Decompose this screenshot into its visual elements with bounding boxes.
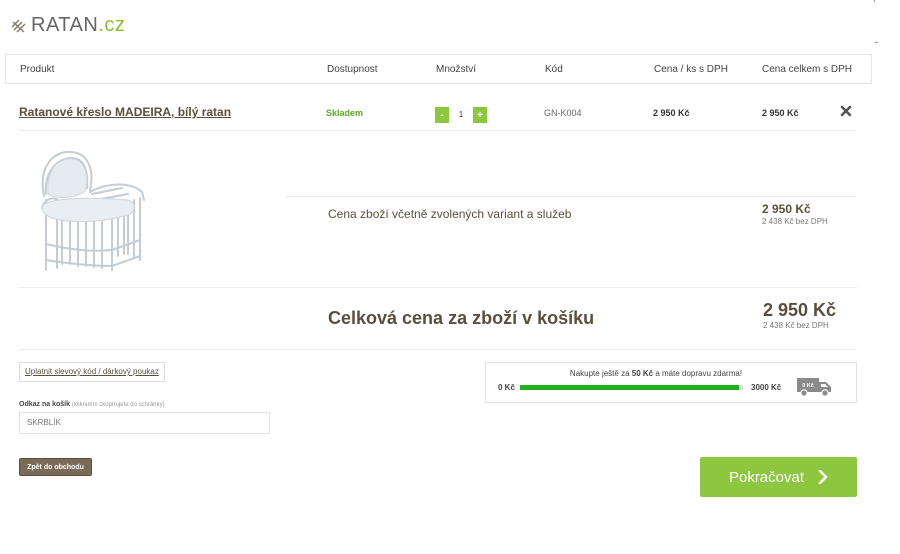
- product-image[interactable]: [32, 144, 152, 274]
- continue-button-label: Pokračovat: [728, 468, 805, 486]
- header-total-price: Cena celkem s DPH: [762, 64, 853, 75]
- subtotal-label: Cena zboží včetně zvolených variant a sl…: [328, 207, 572, 221]
- divider: [19, 349, 857, 350]
- quantity-stepper: - 1 +: [435, 107, 487, 123]
- progress-bar: [520, 385, 743, 390]
- cart-item-row: Ratanové křeslo MADEIRA, bílý ratan Skla…: [19, 95, 857, 131]
- progress-bar-fill: [520, 385, 739, 390]
- logo-text: RATAN.cz: [31, 14, 126, 36]
- logo[interactable]: RATAN.cz: [11, 14, 125, 37]
- corner-mark: [875, 42, 878, 43]
- remove-item-icon[interactable]: [839, 104, 853, 118]
- unit-price: 2 950 Kč: [653, 108, 690, 118]
- cart-link-label: Odkaz na košík (kliknutím zkopírujete do…: [19, 401, 165, 408]
- divider: [19, 287, 857, 288]
- cart-total-net-price: 2 438 Kč bez DPH: [763, 321, 829, 330]
- free-shipping-progress: Nakupte ještě za 50 Kč a máte dopravu zd…: [485, 362, 857, 403]
- progress-min-label: 0 Kč: [498, 383, 515, 392]
- qty-increase-button[interactable]: +: [473, 107, 487, 123]
- back-to-shop-button[interactable]: Zpět do obchodu: [19, 458, 92, 476]
- product-link[interactable]: Ratanové křeslo MADEIRA, bílý ratan: [19, 105, 231, 119]
- quantity-input[interactable]: 1: [449, 107, 473, 123]
- subtotal-price: 2 950 Kč: [762, 202, 811, 216]
- header-code: Kód: [545, 64, 563, 75]
- cart-total-price: 2 950 Kč: [763, 300, 837, 320]
- cart-link-hint: (kliknutím zkopírujete do schránky): [71, 402, 165, 408]
- truck-label: 0 Kč: [802, 383, 814, 389]
- free-shipping-message: Nakupte ještě za 50 Kč a máte dopravu zd…: [569, 369, 743, 378]
- availability-status: Skladem: [326, 108, 364, 118]
- header-product: Produkt: [20, 64, 55, 75]
- apply-coupon-button[interactable]: Uplatnit slevový kód / dárkový poukaz: [19, 362, 165, 382]
- qty-decrease-button[interactable]: -: [435, 107, 449, 123]
- chevron-right-icon: [818, 470, 828, 484]
- header-unit-price: Cena / ks s DPH: [654, 64, 728, 75]
- cart-link-input[interactable]: SKRBLÍK: [19, 412, 270, 434]
- header-availability: Dostupnost: [327, 64, 378, 75]
- cart-table-header: Produkt Dostupnost Množství Kód Cena / k…: [5, 54, 872, 84]
- continue-button[interactable]: Pokračovat: [700, 457, 857, 497]
- cart-total-label: Celková cena za zboží v košíku: [328, 308, 595, 328]
- header-quantity: Množství: [436, 64, 477, 75]
- corner-mark: [874, 0, 875, 2]
- delivery-truck-icon: 0 Kč: [797, 378, 831, 397]
- product-code: GN-K004: [544, 108, 582, 118]
- line-total-price: 2 950 Kč: [762, 108, 799, 118]
- subtotal-net-price: 2 438 Kč bez DPH: [762, 217, 828, 226]
- progress-max-label: 3000 Kč: [751, 383, 782, 392]
- divider: [285, 196, 857, 197]
- rattan-weave-icon: [11, 19, 26, 33]
